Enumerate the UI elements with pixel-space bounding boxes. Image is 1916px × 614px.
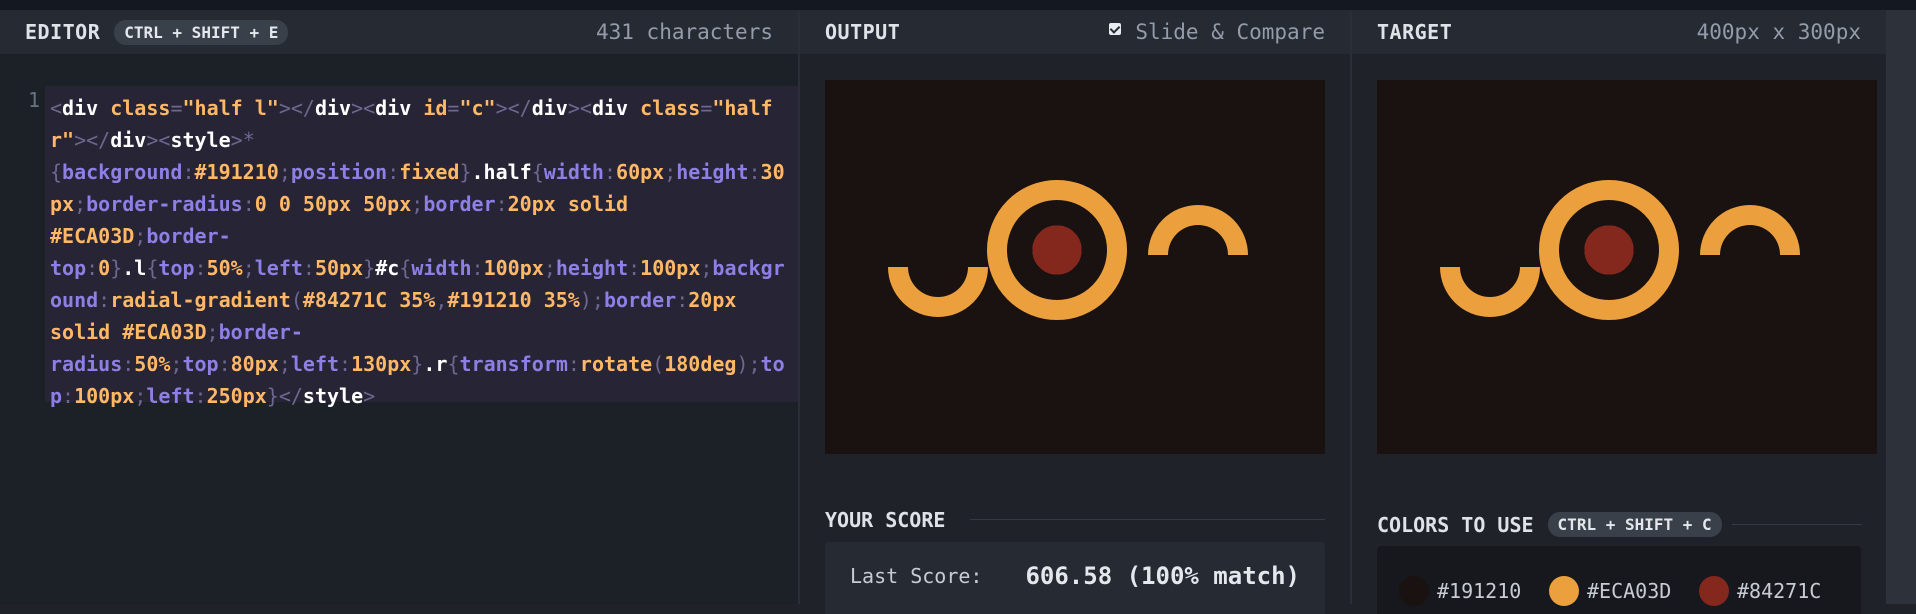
code-editor[interactable]: <div class="half l"></div><div id="c"></…: [45, 86, 798, 408]
code-line: px;border-radius:0 0 50px 50px;border:20…: [50, 192, 629, 216]
swatch-label: #ECA03D: [1587, 579, 1672, 603]
colors-shortcut-badge: CTRL + SHIFT + C: [1547, 512, 1722, 537]
slide-compare-toggle[interactable]: Slide & Compare: [1109, 20, 1325, 44]
colors-section-header: COLORS TO USE CTRL + SHIFT + C: [1377, 512, 1722, 537]
code-line: solid #ECA03D;border-: [50, 320, 303, 344]
last-score-label: Last Score:: [850, 564, 983, 588]
right-half-ring: [1148, 205, 1248, 255]
color-dot: [1699, 576, 1729, 606]
target-header: TARGET 400px x 300px: [1352, 10, 1886, 54]
code-line: top:0}.l{top:50%;left:50px}#c{width:100p…: [50, 256, 785, 280]
editor-title: EDITOR: [25, 20, 101, 44]
code-line: p:100px;left:250px}</style>: [50, 384, 376, 408]
editor-panel: EDITOR CTRL + SHIFT + E 431 characters 1…: [0, 10, 798, 604]
editor-shortcut-badge: CTRL + SHIFT + E: [114, 19, 289, 45]
last-score-value: 606.58 (100% match): [1025, 562, 1300, 590]
color-dot: [1399, 576, 1429, 606]
swatch-label: #84271C: [1737, 579, 1822, 603]
target-canvas: [1377, 80, 1877, 454]
target-dimensions: 400px x 300px: [1696, 20, 1861, 44]
swatch-label: #191210: [1437, 579, 1522, 603]
colors-section-title: COLORS TO USE: [1377, 512, 1534, 537]
checkbox-icon[interactable]: [1109, 23, 1122, 35]
score-box: Last Score: 606.58 (100% match): [825, 542, 1325, 614]
center-ring: [1539, 180, 1679, 320]
output-header: OUTPUT Slide & Compare: [800, 10, 1350, 54]
swatch-red[interactable]: #84271C: [1699, 576, 1821, 606]
output-panel: OUTPUT Slide & Compare YOUR SCORE Last S…: [800, 10, 1350, 614]
code-line: radius:50%;top:80px;left:130px}.r{transf…: [50, 352, 785, 376]
code-line: ound:radial-gradient(#84271C 35%,#191210…: [50, 288, 737, 312]
score-section-title: YOUR SCORE: [825, 508, 946, 532]
score-divider: [970, 519, 1325, 520]
target-title: TARGET: [1377, 20, 1453, 44]
target-panel: TARGET 400px x 300px COLORS TO USE CTRL …: [1352, 10, 1886, 614]
editor-header: EDITOR CTRL + SHIFT + E 431 characters: [0, 10, 798, 54]
colors-divider: [1732, 524, 1862, 525]
output-title: OUTPUT: [825, 20, 901, 44]
output-canvas[interactable]: [825, 80, 1325, 454]
vertical-scrollbar[interactable]: [1886, 10, 1916, 604]
swatch-orange[interactable]: #ECA03D: [1549, 576, 1671, 606]
character-count: 431 characters: [595, 20, 773, 44]
code-line: <div class="half l"></div><div id="c"></…: [50, 96, 773, 120]
line-number: 1: [28, 88, 41, 112]
left-half-ring: [1440, 267, 1540, 317]
code-line: #ECA03D;border-: [50, 224, 231, 248]
color-dot: [1549, 576, 1579, 606]
slide-compare-label: Slide & Compare: [1135, 20, 1325, 44]
top-strip: [0, 0, 1916, 10]
swatch-dark[interactable]: #191210: [1399, 576, 1521, 606]
left-half-ring: [888, 267, 988, 317]
code-line: {background:#191210;position:fixed}.half…: [50, 160, 785, 184]
code-line: r"></div><style>*: [50, 128, 255, 152]
center-ring: [987, 180, 1127, 320]
seam-line: [1147, 267, 1247, 269]
right-half-ring: [1700, 205, 1800, 255]
